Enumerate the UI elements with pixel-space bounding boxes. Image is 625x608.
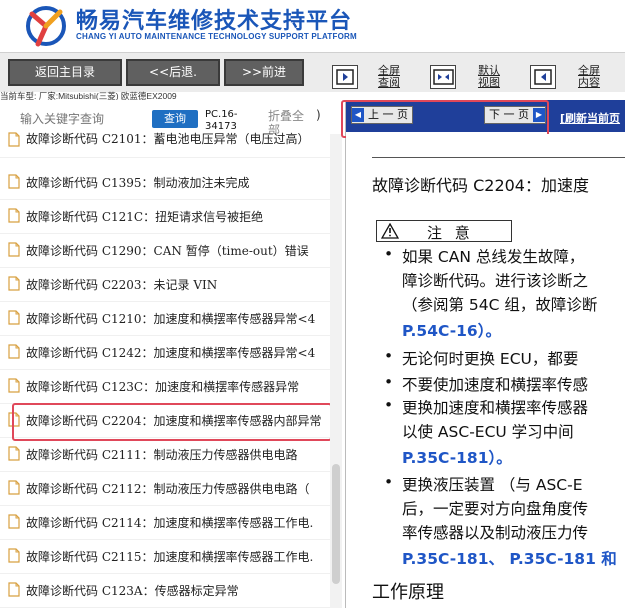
section-heading: 工作原理 — [372, 582, 444, 603]
doc-line: 率传感器以及制动液压力传 — [402, 524, 589, 542]
document-icon — [8, 310, 20, 325]
list-item[interactable]: 故障诊断代码 C123A：传感器标定异常 — [0, 574, 330, 608]
document-icon — [8, 446, 20, 461]
doc-line: 不要使加速度和横摆率传感 — [384, 373, 588, 395]
list-item-label: 故障诊断代码 C2111：制动液压力传感器供电电路 — [26, 448, 298, 462]
doc-line: 后，一定要对方向盘角度传 — [402, 500, 589, 518]
document-pane: ◀ 上 一 页 下 一 页 ▶ [刷新当前页 故障诊断代码 C2204：加速度 注 … — [341, 100, 625, 608]
list-item-label: 故障诊断代码 C2114：加速度和横摆率传感器工作电. — [26, 516, 314, 530]
list-item-label: 故障诊断代码 C123A：传感器标定异常 — [26, 584, 239, 598]
scrollbar-thumb[interactable] — [332, 464, 340, 584]
list-item[interactable]: 故障诊断代码 C2111：制动液压力传感器供电电路 — [0, 438, 330, 472]
doc-line: 如果 CAN 总线发生故障， — [384, 245, 584, 267]
app-header: 畅易汽车维修技术支持平台 CHANG YI AUTO MAINTENANCE T… — [0, 0, 625, 52]
document-icon — [8, 344, 20, 359]
doc-line: 无论何时更换 ECU，都要 — [384, 347, 578, 369]
fullscreen-view-label[interactable]: 全屏 查阅 — [378, 65, 408, 89]
list-item[interactable]: 故障诊断代码 C123C：加速度和横摆率传感器异常 — [0, 370, 330, 404]
document-icon — [8, 548, 20, 563]
split-view-icon — [433, 69, 454, 85]
content-view-icon — [534, 69, 552, 85]
doc-line: 以使 ASC-ECU 学习中间 — [402, 423, 574, 441]
collapse-paren: ) — [316, 108, 321, 122]
refresh-page-link[interactable]: [刷新当前页 — [560, 110, 620, 126]
document-content: 故障诊断代码 C2204：加速度 注 意 如果 CAN 总线发生故障， 障诊断代… — [346, 134, 625, 608]
document-icon — [8, 582, 20, 597]
doc-link[interactable]: P.35C-181）。 — [402, 446, 512, 468]
list-item[interactable]: 故障诊断代码 C1395：制动液加注未完成 — [0, 166, 330, 200]
search-input[interactable] — [6, 108, 146, 130]
fullscreen-content-button[interactable] — [530, 65, 556, 89]
page-nav-highlight — [341, 100, 549, 138]
document-icon — [8, 242, 20, 257]
list-item[interactable]: 故障诊断代码 C2114：加速度和横摆率传感器工作电. — [0, 506, 330, 540]
caution-box: 注 意 — [376, 220, 512, 242]
default-view-label[interactable]: 默认 视图 — [478, 65, 508, 89]
selected-item-highlight — [12, 403, 332, 441]
doc-line: （参阅第 54C 组，故障诊断 — [402, 296, 598, 314]
list-item-label: 故障诊断代码 C1210：加速度和横摆率传感器异常<4 — [26, 312, 316, 326]
back-to-main-button[interactable]: 返回主目录 — [8, 59, 122, 86]
list-item[interactable]: 故障诊断代码 C121C：扭矩请求信号被拒绝 — [0, 200, 330, 234]
fullscreen-view-button[interactable] — [332, 65, 358, 89]
list-item-label: 故障诊断代码 C2101：蓄电池电压异常（电压过高） — [26, 132, 310, 146]
list-item-label: 故障诊断代码 C123C：加速度和横摆率传感器异常 — [26, 380, 300, 394]
list-item[interactable]: 故障诊断代码 C2101：蓄电池电压异常（电压过高） — [0, 132, 330, 158]
app-subtitle: CHANG YI AUTO MAINTENANCE TECHNOLOGY SUP… — [76, 32, 357, 41]
document-title: 故障诊断代码 C2204：加速度 — [372, 176, 589, 195]
doc-link[interactable]: P.54C-16）。 — [402, 319, 501, 341]
doc-line: 更换加速度和横摆率传感器 — [384, 396, 588, 418]
cy-logo-icon — [26, 6, 66, 47]
toolbar: 返回主目录 <<后退. >>前进 全屏 查阅 默认 视图 全屏 内容 — [0, 52, 625, 92]
document-icon — [8, 480, 20, 495]
list-item[interactable]: 故障诊断代码 C1242：加速度和横摆率传感器异常<4 — [0, 336, 330, 370]
doc-line: 障诊断代码。进行该诊断之 — [402, 272, 589, 290]
list-item-label: 故障诊断代码 C1290：CAN 暂停（time-out）错误 — [26, 244, 309, 258]
title-rule — [372, 157, 625, 158]
list-item-label: 故障诊断代码 C1242：加速度和横摆率传感器异常<4 — [26, 346, 316, 360]
catalog-pane: 查询 PC.16-34173 折叠全部 ) 故障诊断代码 C2101：蓄电池电压… — [0, 100, 345, 608]
fullscreen-icon — [336, 69, 354, 85]
document-icon — [8, 174, 20, 189]
doc-line: 更换液压装置 （与 ASC-E — [384, 473, 582, 495]
default-view-button[interactable] — [430, 65, 456, 89]
document-icon — [8, 276, 20, 291]
document-icon — [8, 378, 20, 393]
search-button[interactable]: 查询 — [152, 110, 198, 128]
list-scrollbar[interactable] — [330, 134, 342, 608]
app-title: 畅易汽车维修技术支持平台 — [76, 9, 353, 34]
back-button[interactable]: <<后退. — [126, 59, 220, 86]
list-item-label: 故障诊断代码 C121C：扭矩请求信号被拒绝 — [26, 210, 264, 224]
list-item[interactable]: 故障诊断代码 C1290：CAN 暂停（time-out）错误 — [0, 234, 330, 268]
document-icon — [8, 132, 20, 147]
list-item[interactable]: 故障诊断代码 C2115：加速度和横摆率传感器工作电. — [0, 540, 330, 574]
list-item-label: 故障诊断代码 C2112：制动液压力传感器供电电路（ — [26, 482, 310, 496]
search-row: 查询 PC.16-34173 折叠全部 ) — [0, 100, 345, 137]
list-item-label: 故障诊断代码 C2203：未记录 VIN — [26, 278, 218, 292]
list-item-label: 故障诊断代码 C2115：加速度和横摆率传感器工作电. — [26, 550, 314, 564]
forward-button[interactable]: >>前进 — [224, 59, 304, 86]
document-icon — [8, 208, 20, 223]
doc-link[interactable]: P.35C-181、 P.35C-181 和 — [402, 547, 617, 569]
list-item-label: 故障诊断代码 C1395：制动液加注未完成 — [26, 176, 250, 190]
list-item[interactable]: 故障诊断代码 C2203：未记录 VIN — [0, 268, 330, 302]
document-nav-bar: ◀ 上 一 页 下 一 页 ▶ [刷新当前页 — [341, 100, 625, 138]
warning-triangle-icon — [381, 223, 399, 239]
caution-label: 注 意 — [427, 224, 474, 242]
list-item[interactable]: 故障诊断代码 C2112：制动液压力传感器供电电路（ — [0, 472, 330, 506]
document-icon — [8, 514, 20, 529]
fullscreen-content-label[interactable]: 全屏 内容 — [578, 65, 608, 89]
list-item[interactable]: 故障诊断代码 C1210：加速度和横摆率传感器异常<4 — [0, 302, 330, 336]
